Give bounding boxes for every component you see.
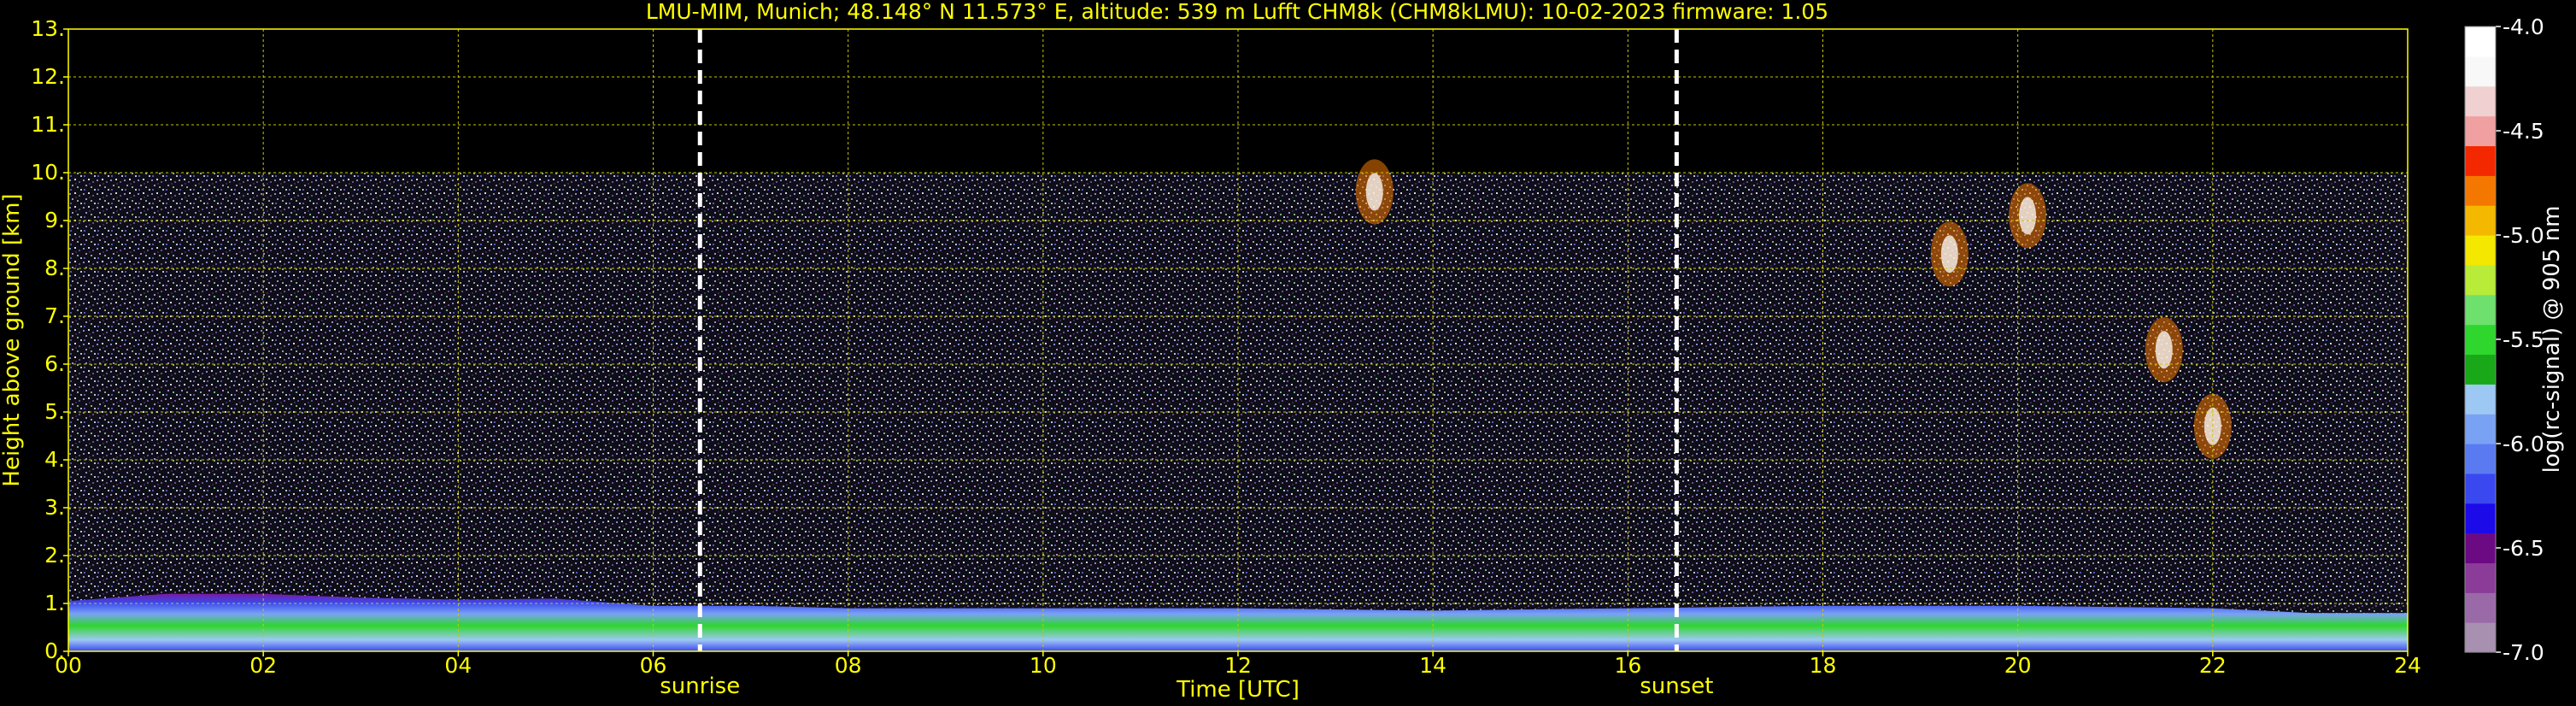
colorbar-segment [2465,503,2496,534]
y-tick-label: 6. [44,351,65,376]
x-tick-label: 08 [835,653,862,678]
colorbar-segment [2465,205,2496,236]
colorbar-segment [2465,175,2496,206]
x-tick-labels: 00 02 04 06 08 10 12 14 16 18 20 22 24 [55,653,2421,678]
colorbar-segment [2465,592,2496,623]
colorbar-segment [2465,324,2496,356]
cloud-feature-core [2155,331,2173,369]
x-tick-label: 24 [2394,653,2421,678]
colorbar: -4.0 -4.5 -5.0 -5.5 -6.0 -6.5 -7.0 [2465,15,2544,665]
colorbar-segment [2465,235,2496,266]
y-tick-label: 7. [44,303,65,328]
x-tick-label: 22 [2199,653,2227,678]
colorbar-label: log(rc-signal) @ 905 nm [2539,206,2565,474]
colorbar-tick-label: -5.5 [2503,327,2544,352]
colorbar-segment [2465,473,2496,504]
y-tick-label: 11. [31,112,65,137]
event-label: sunset [1640,674,1713,699]
y-tick-label: 4. [44,447,65,472]
y-tick-label: 10. [31,160,65,185]
colorbar-tick-label: -6.5 [2503,536,2544,561]
cloud-feature-core [2019,197,2037,235]
x-tick-label: 06 [640,653,667,678]
colorbar-segment [2465,264,2496,296]
colorbar-segment [2465,145,2496,176]
colorbar-segment [2465,622,2496,653]
colorbar-tick-label: -5.0 [2503,223,2544,248]
colorbar-segment [2465,115,2496,147]
y-tick-label: 13. [31,16,65,41]
y-tick-label: 0. [44,638,65,663]
ceilometer-chart: LMU-MIM, Munich; 48.148° N 11.573° E, al… [0,0,2565,703]
x-tick-label: 18 [1810,653,1837,678]
colorbar-segment [2465,294,2496,326]
cloud-feature-core [1365,173,1383,211]
y-tick-label: 1. [44,591,65,615]
colorbar-segment [2465,26,2496,57]
colorbar-segment [2465,354,2496,385]
x-tick-label: 10 [1030,653,1057,678]
x-tick-label: 16 [1614,653,1641,678]
colorbar-segment [2465,562,2496,593]
colorbar-segment [2465,444,2496,474]
colorbar-tick-label: -4.5 [2503,119,2544,144]
colorbar-segment [2465,85,2496,117]
x-tick-label: 04 [444,653,472,678]
x-tick-label: 12 [1224,653,1252,678]
chart-title: LMU-MIM, Munich; 48.148° N 11.573° E, al… [646,0,1828,24]
colorbar-segment [2465,56,2496,87]
y-tick-label: 8. [44,256,65,280]
y-tick-label: 12. [31,64,65,89]
colorbar-tick-label: -7.0 [2503,640,2544,665]
colorbar-segment [2465,532,2496,564]
x-tick-label: 14 [1419,653,1446,678]
colorbar-segment [2465,384,2496,415]
y-tick-label: 2. [44,543,65,568]
y-tick-label: 5. [44,399,65,424]
event-label: sunrise [660,674,740,699]
x-axis-label: Time [UTC] [1176,677,1300,703]
y-tick-label: 3. [44,495,65,520]
colorbar-segment [2465,414,2496,444]
y-tick-labels: 0. 1. 2. 3. 4. 5. 6. 7. 8. 9. 10. 11. 12. 13. [31,16,65,663]
colorbar-tick-label: -6.0 [2503,432,2544,456]
x-tick-label: 20 [2004,653,2032,678]
cloud-feature-core [1940,235,1958,274]
y-axis-label: Height above ground [km] [0,193,25,486]
y-tick-label: 9. [44,208,65,232]
colorbar-tick-label: -4.0 [2503,15,2544,39]
x-tick-label: 02 [249,653,277,678]
